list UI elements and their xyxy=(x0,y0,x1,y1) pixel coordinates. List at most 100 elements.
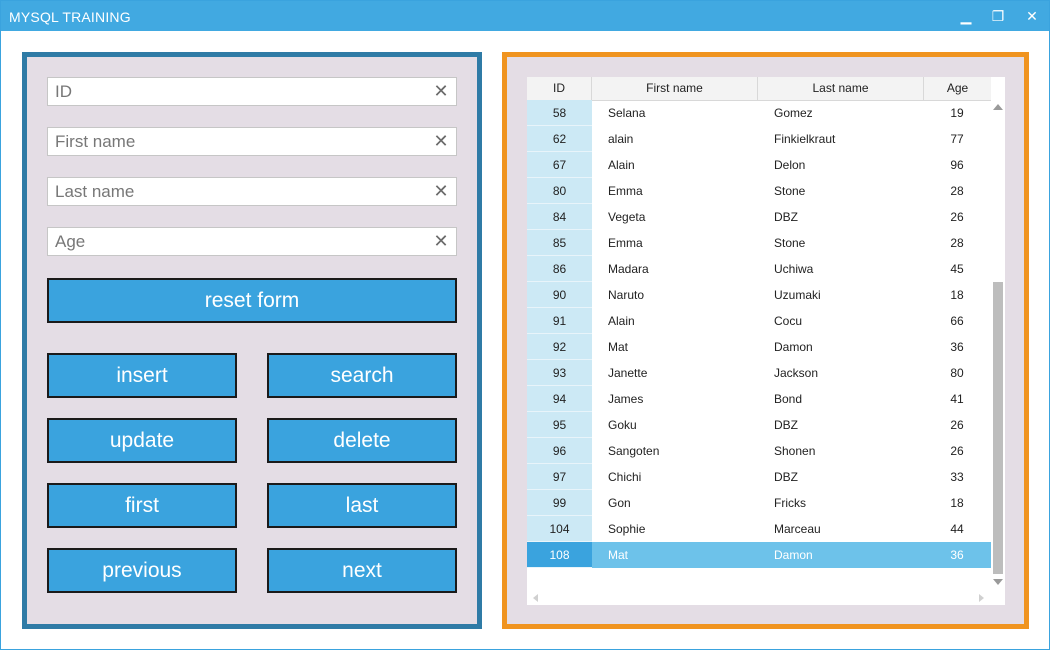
column-header-last-name[interactable]: Last name xyxy=(758,77,924,100)
reset-form-button[interactable]: reset form xyxy=(47,278,457,323)
cell-first-name[interactable]: Mat xyxy=(608,542,758,568)
cell-last-name[interactable]: Cocu xyxy=(774,308,924,334)
scroll-up-icon[interactable] xyxy=(993,104,1003,110)
id-input[interactable] xyxy=(48,78,418,105)
cell-id[interactable]: 86 xyxy=(527,256,592,282)
insert-button[interactable]: insert xyxy=(47,353,237,398)
cell-last-name[interactable]: Bond xyxy=(774,386,924,412)
cell-first-name[interactable]: alain xyxy=(608,126,758,152)
cell-id[interactable]: 84 xyxy=(527,204,592,230)
cell-first-name[interactable]: Naruto xyxy=(608,282,758,308)
close-icon[interactable]: ✕ xyxy=(1015,1,1049,31)
scroll-left-icon[interactable] xyxy=(533,594,538,602)
cell-last-name[interactable]: Stone xyxy=(774,178,924,204)
clear-id-icon[interactable]: ✕ xyxy=(430,80,452,102)
title-bar[interactable]: MYSQL TRAINING ▁ ❐ ✕ xyxy=(1,1,1049,31)
cell-age[interactable]: 18 xyxy=(924,490,990,516)
cell-id[interactable]: 108 xyxy=(527,542,592,568)
cell-age[interactable]: 77 xyxy=(924,126,990,152)
cell-last-name[interactable]: Damon xyxy=(774,334,924,360)
cell-id[interactable]: 104 xyxy=(527,516,592,542)
table-row[interactable]: 91 Alain Cocu 66 xyxy=(527,308,991,334)
cell-age[interactable]: 28 xyxy=(924,178,990,204)
first-name-input[interactable] xyxy=(48,128,418,155)
cell-id[interactable]: 67 xyxy=(527,152,592,178)
table-row[interactable]: 95 Goku DBZ 26 xyxy=(527,412,991,438)
cell-first-name[interactable]: Alain xyxy=(608,152,758,178)
cell-last-name[interactable]: DBZ xyxy=(774,464,924,490)
cell-first-name[interactable]: Goku xyxy=(608,412,758,438)
cell-age[interactable]: 45 xyxy=(924,256,990,282)
cell-age[interactable]: 41 xyxy=(924,386,990,412)
cell-age[interactable]: 28 xyxy=(924,230,990,256)
cell-last-name[interactable]: Uchiwa xyxy=(774,256,924,282)
cell-last-name[interactable]: Marceau xyxy=(774,516,924,542)
delete-button[interactable]: delete xyxy=(267,418,457,463)
table-row[interactable]: 67 Alain Delon 96 xyxy=(527,152,991,178)
table-row[interactable]: 90 Naruto Uzumaki 18 xyxy=(527,282,991,308)
table-row[interactable]: 97 Chichi DBZ 33 xyxy=(527,464,991,490)
cell-id[interactable]: 95 xyxy=(527,412,592,438)
cell-id[interactable]: 96 xyxy=(527,438,592,464)
first-button[interactable]: first xyxy=(47,483,237,528)
cell-last-name[interactable]: Finkielkraut xyxy=(774,126,924,152)
cell-age[interactable]: 36 xyxy=(924,542,990,568)
table-row[interactable]: 104 Sophie Marceau 44 xyxy=(527,516,991,542)
cell-last-name[interactable]: Jackson xyxy=(774,360,924,386)
cell-first-name[interactable]: Vegeta xyxy=(608,204,758,230)
next-button[interactable]: next xyxy=(267,548,457,593)
column-header-age[interactable]: Age xyxy=(924,77,991,100)
update-button[interactable]: update xyxy=(47,418,237,463)
cell-last-name[interactable]: Shonen xyxy=(774,438,924,464)
cell-id[interactable]: 62 xyxy=(527,126,592,152)
vertical-scrollbar[interactable] xyxy=(991,100,1005,590)
cell-age[interactable]: 19 xyxy=(924,100,990,126)
table-row[interactable]: 84 Vegeta DBZ 26 xyxy=(527,204,991,230)
cell-id[interactable]: 80 xyxy=(527,178,592,204)
cell-first-name[interactable]: Chichi xyxy=(608,464,758,490)
cell-age[interactable]: 26 xyxy=(924,412,990,438)
cell-first-name[interactable]: Janette xyxy=(608,360,758,386)
table-row[interactable]: 94 James Bond 41 xyxy=(527,386,991,412)
cell-id[interactable]: 58 xyxy=(527,100,592,126)
cell-id[interactable]: 99 xyxy=(527,490,592,516)
cell-age[interactable]: 18 xyxy=(924,282,990,308)
cell-age[interactable]: 44 xyxy=(924,516,990,542)
last-name-input[interactable] xyxy=(48,178,418,205)
cell-first-name[interactable]: Madara xyxy=(608,256,758,282)
cell-first-name[interactable]: Gon xyxy=(608,490,758,516)
table-row[interactable]: 58 Selana Gomez 19 xyxy=(527,100,991,126)
cell-first-name[interactable]: Selana xyxy=(608,100,758,126)
scroll-right-icon[interactable] xyxy=(979,594,984,602)
cell-age[interactable]: 33 xyxy=(924,464,990,490)
cell-age[interactable]: 96 xyxy=(924,152,990,178)
column-header-id[interactable]: ID xyxy=(527,77,592,100)
previous-button[interactable]: previous xyxy=(47,548,237,593)
cell-last-name[interactable]: DBZ xyxy=(774,412,924,438)
cell-last-name[interactable]: Stone xyxy=(774,230,924,256)
cell-last-name[interactable]: Gomez xyxy=(774,100,924,126)
search-button[interactable]: search xyxy=(267,353,457,398)
table-row[interactable]: 85 Emma Stone 28 xyxy=(527,230,991,256)
cell-last-name[interactable]: DBZ xyxy=(774,204,924,230)
cell-last-name[interactable]: Damon xyxy=(774,542,924,568)
table-row[interactable]: 86 Madara Uchiwa 45 xyxy=(527,256,991,282)
cell-id[interactable]: 90 xyxy=(527,282,592,308)
cell-age[interactable]: 26 xyxy=(924,204,990,230)
cell-age[interactable]: 36 xyxy=(924,334,990,360)
cell-id[interactable]: 94 xyxy=(527,386,592,412)
cell-first-name[interactable]: Mat xyxy=(608,334,758,360)
cell-first-name[interactable]: James xyxy=(608,386,758,412)
cell-first-name[interactable]: Emma xyxy=(608,230,758,256)
clear-last-name-icon[interactable]: ✕ xyxy=(430,180,452,202)
cell-last-name[interactable]: Fricks xyxy=(774,490,924,516)
cell-id[interactable]: 85 xyxy=(527,230,592,256)
minimize-icon[interactable]: ▁ xyxy=(949,1,983,31)
table-row[interactable]: 80 Emma Stone 28 xyxy=(527,178,991,204)
cell-first-name[interactable]: Sophie xyxy=(608,516,758,542)
age-input[interactable] xyxy=(48,228,418,255)
cell-first-name[interactable]: Emma xyxy=(608,178,758,204)
cell-age[interactable]: 26 xyxy=(924,438,990,464)
scroll-thumb[interactable] xyxy=(993,282,1003,574)
data-grid[interactable]: ID First name Last name Age 58 Selana Gome… xyxy=(527,77,1005,605)
